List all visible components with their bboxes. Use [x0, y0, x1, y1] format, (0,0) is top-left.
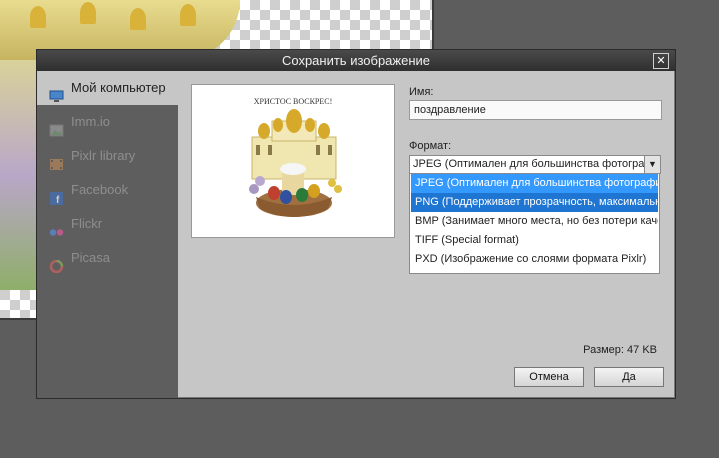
picasa-icon	[49, 252, 64, 273]
format-option-tiff[interactable]: TIFF (Special format)	[411, 231, 658, 250]
format-option-pxd[interactable]: PXD (Изображение со слоями формата Pixlr…	[411, 250, 658, 269]
sidebar-item-label: Facebook	[71, 182, 129, 197]
image-icon	[49, 116, 64, 136]
dome-shape	[130, 8, 146, 30]
sidebar-item-pixlr-library[interactable]: Pixlr library	[37, 139, 178, 173]
save-image-dialog: Сохранить изображение ✕ Мой компьютер Im…	[36, 49, 676, 399]
format-selected-value: JPEG (Оптимален для большинства фотограф…	[413, 158, 661, 170]
close-button[interactable]: ✕	[653, 53, 669, 69]
file-size-text: Размер: 47 KB	[583, 344, 657, 356]
image-preview: ХРИСТОС ВОСКРЕС!	[191, 84, 395, 238]
save-destination-sidebar: Мой компьютер Imm.io Pixlr library f Fac…	[37, 71, 178, 398]
cancel-button[interactable]: Отмена	[514, 367, 584, 387]
close-icon: ✕	[656, 55, 666, 67]
format-select[interactable]: JPEG (Оптимален для большинства фотограф…	[409, 155, 661, 174]
format-option-png[interactable]: PNG (Поддерживает прозрачность, максимал…	[411, 193, 658, 212]
format-label: Формат:	[409, 140, 452, 152]
sidebar-item-immio[interactable]: Imm.io	[37, 105, 178, 139]
dialog-title: Сохранить изображение	[281, 53, 431, 68]
dome-shape	[80, 2, 96, 24]
dome-shape	[180, 4, 196, 26]
format-dropdown-list: JPEG (Оптимален для большинства фотограф…	[409, 173, 660, 274]
sidebar-item-label: Мой компьютер	[71, 80, 166, 95]
chevron-down-icon[interactable]: ▼	[644, 156, 660, 173]
sidebar-item-label: Imm.io	[71, 114, 110, 129]
sidebar-item-flickr[interactable]: Flickr	[37, 207, 178, 241]
sidebar-item-label: Pixlr library	[71, 148, 136, 163]
format-option-jpeg[interactable]: JPEG (Оптимален для большинства фотограф…	[411, 174, 658, 193]
film-icon	[49, 150, 64, 170]
sidebar-item-label: Flickr	[71, 216, 103, 231]
dome-shape	[30, 6, 46, 28]
dialog-titlebar: Сохранить изображение ✕	[37, 50, 675, 71]
flickr-icon	[49, 218, 64, 236]
facebook-icon: f	[49, 184, 64, 206]
computer-icon	[49, 82, 64, 102]
sidebar-item-picasa[interactable]: Picasa	[37, 241, 178, 275]
sidebar-item-my-computer[interactable]: Мой компьютер	[37, 71, 178, 105]
sidebar-item-facebook[interactable]: f Facebook	[37, 173, 178, 207]
sidebar-item-label: Picasa	[71, 250, 111, 265]
format-option-bmp[interactable]: BMP (Занимает много места, но без потери…	[411, 212, 658, 231]
ok-button[interactable]: Да	[594, 367, 664, 387]
preview-caption: ХРИСТОС ВОСКРЕС!	[254, 97, 333, 106]
name-label: Имя:	[409, 86, 434, 98]
file-name-input[interactable]: поздравление	[409, 100, 662, 120]
background-image-flowers	[0, 60, 36, 290]
easter-card-thumbnail: ХРИСТОС ВОСКРЕС!	[249, 97, 342, 217]
